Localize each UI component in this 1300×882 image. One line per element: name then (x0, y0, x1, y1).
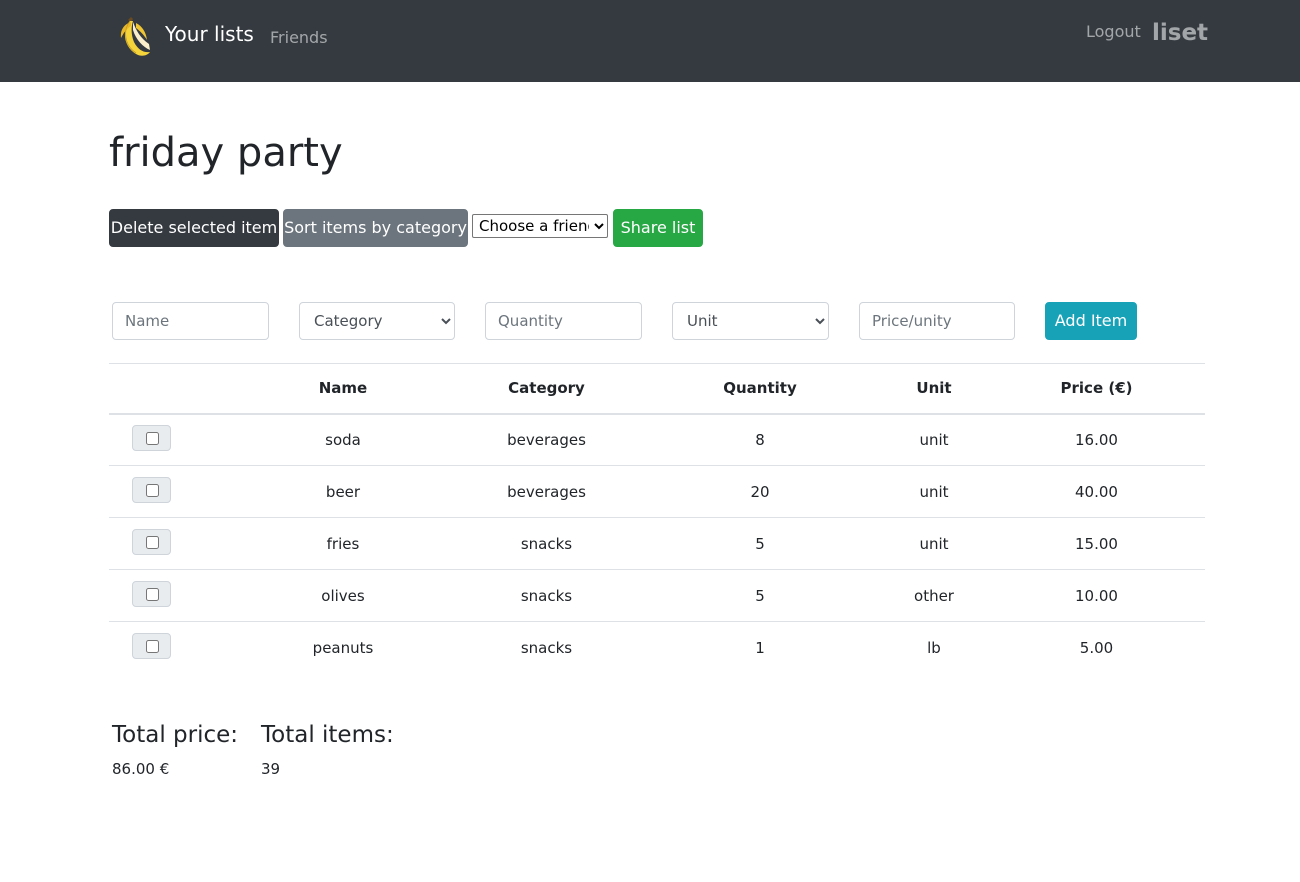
total-items-value: 39 (261, 760, 281, 778)
row-select-cell (109, 622, 233, 674)
row-checkbox[interactable] (145, 587, 159, 601)
navbar: Your lists Friends Logout liset (0, 0, 1300, 82)
friend-select[interactable]: Choose a friend (472, 214, 608, 238)
cell-quantity: 8 (640, 413, 880, 466)
cell-price: 16.00 (988, 413, 1205, 466)
row-checkbox-wrapper[interactable] (131, 424, 171, 451)
cell-name: olives (233, 569, 453, 622)
header-category: Category (453, 363, 640, 415)
nav-logout-link[interactable]: Logout (1086, 22, 1141, 41)
total-price-value: 86.00 € (112, 760, 170, 778)
header-price: Price (€) (988, 363, 1205, 415)
cell-price: 10.00 (988, 569, 1205, 622)
row-select-cell (109, 569, 233, 622)
brand-your-lists-link[interactable]: Your lists (165, 22, 254, 46)
header-select (109, 363, 233, 415)
cell-category: beverages (453, 465, 640, 518)
nav-friends-link[interactable]: Friends (270, 28, 328, 47)
cell-category: snacks (453, 517, 640, 570)
cell-quantity: 5 (640, 517, 880, 570)
cell-price: 5.00 (1079, 638, 1114, 657)
table-row: olives snacks 5 other 10.00 (109, 569, 1205, 622)
cell-name: beer (233, 465, 453, 518)
cell-name: peanuts (312, 638, 374, 657)
banana-icon[interactable] (114, 14, 154, 60)
row-checkbox[interactable] (145, 639, 159, 653)
row-select-cell (109, 413, 233, 466)
cell-category: snacks (453, 569, 640, 622)
cell-unit: unit (880, 465, 988, 518)
table-row: peanuts snacks 1 lb 5.00 (109, 622, 1205, 674)
cell-category: snacks (520, 638, 573, 657)
table-row: fries snacks 5 unit 15.00 (109, 517, 1205, 570)
item-name-input[interactable] (112, 302, 269, 340)
header-quantity: Quantity (640, 363, 880, 415)
table-row: beer beverages 20 unit 40.00 (109, 465, 1205, 518)
cell-quantity: 5 (640, 569, 880, 622)
row-checkbox-wrapper[interactable] (131, 528, 171, 555)
cell-category: beverages (453, 413, 640, 466)
total-items-label: Total items: (261, 722, 394, 748)
cell-price: 40.00 (988, 465, 1205, 518)
cell-quantity: 1 (755, 638, 765, 657)
share-list-button[interactable]: Share list (613, 209, 703, 247)
row-checkbox[interactable] (145, 535, 159, 549)
cell-unit: unit (880, 413, 988, 466)
cell-price: 15.00 (988, 517, 1205, 570)
item-quantity-input[interactable] (485, 302, 642, 340)
delete-selected-button[interactable]: Delete selected item (109, 209, 279, 247)
row-checkbox[interactable] (145, 483, 159, 497)
row-checkbox-wrapper[interactable] (131, 476, 171, 503)
cell-name: fries (233, 517, 453, 570)
cell-name: soda (233, 413, 453, 466)
row-select-cell (109, 517, 233, 570)
cell-unit: other (880, 569, 988, 622)
cell-quantity: 20 (640, 465, 880, 518)
sort-by-category-button[interactable]: Sort items by category (283, 209, 468, 247)
items-table: Name Category Quantity Unit Price (€) so… (109, 363, 1205, 674)
item-category-select[interactable]: Category (299, 302, 455, 340)
row-checkbox-wrapper[interactable] (131, 580, 171, 607)
table-header-row: Name Category Quantity Unit Price (€) (109, 363, 1205, 415)
header-name: Name (233, 363, 453, 415)
item-unit-select[interactable]: Unit (672, 302, 829, 340)
username-label: liset (1152, 20, 1209, 46)
header-unit: Unit (880, 363, 988, 415)
add-item-button[interactable]: Add Item (1045, 302, 1137, 340)
total-price-label: Total price: (112, 722, 239, 748)
row-checkbox-wrapper[interactable] (131, 632, 171, 659)
row-select-cell (109, 465, 233, 518)
table-row: soda beverages 8 unit 16.00 (109, 413, 1205, 466)
page-title: friday party (109, 130, 343, 176)
item-price-input[interactable] (859, 302, 1015, 340)
cell-unit: lb (927, 638, 941, 657)
cell-unit: unit (880, 517, 988, 570)
row-checkbox[interactable] (145, 431, 159, 445)
